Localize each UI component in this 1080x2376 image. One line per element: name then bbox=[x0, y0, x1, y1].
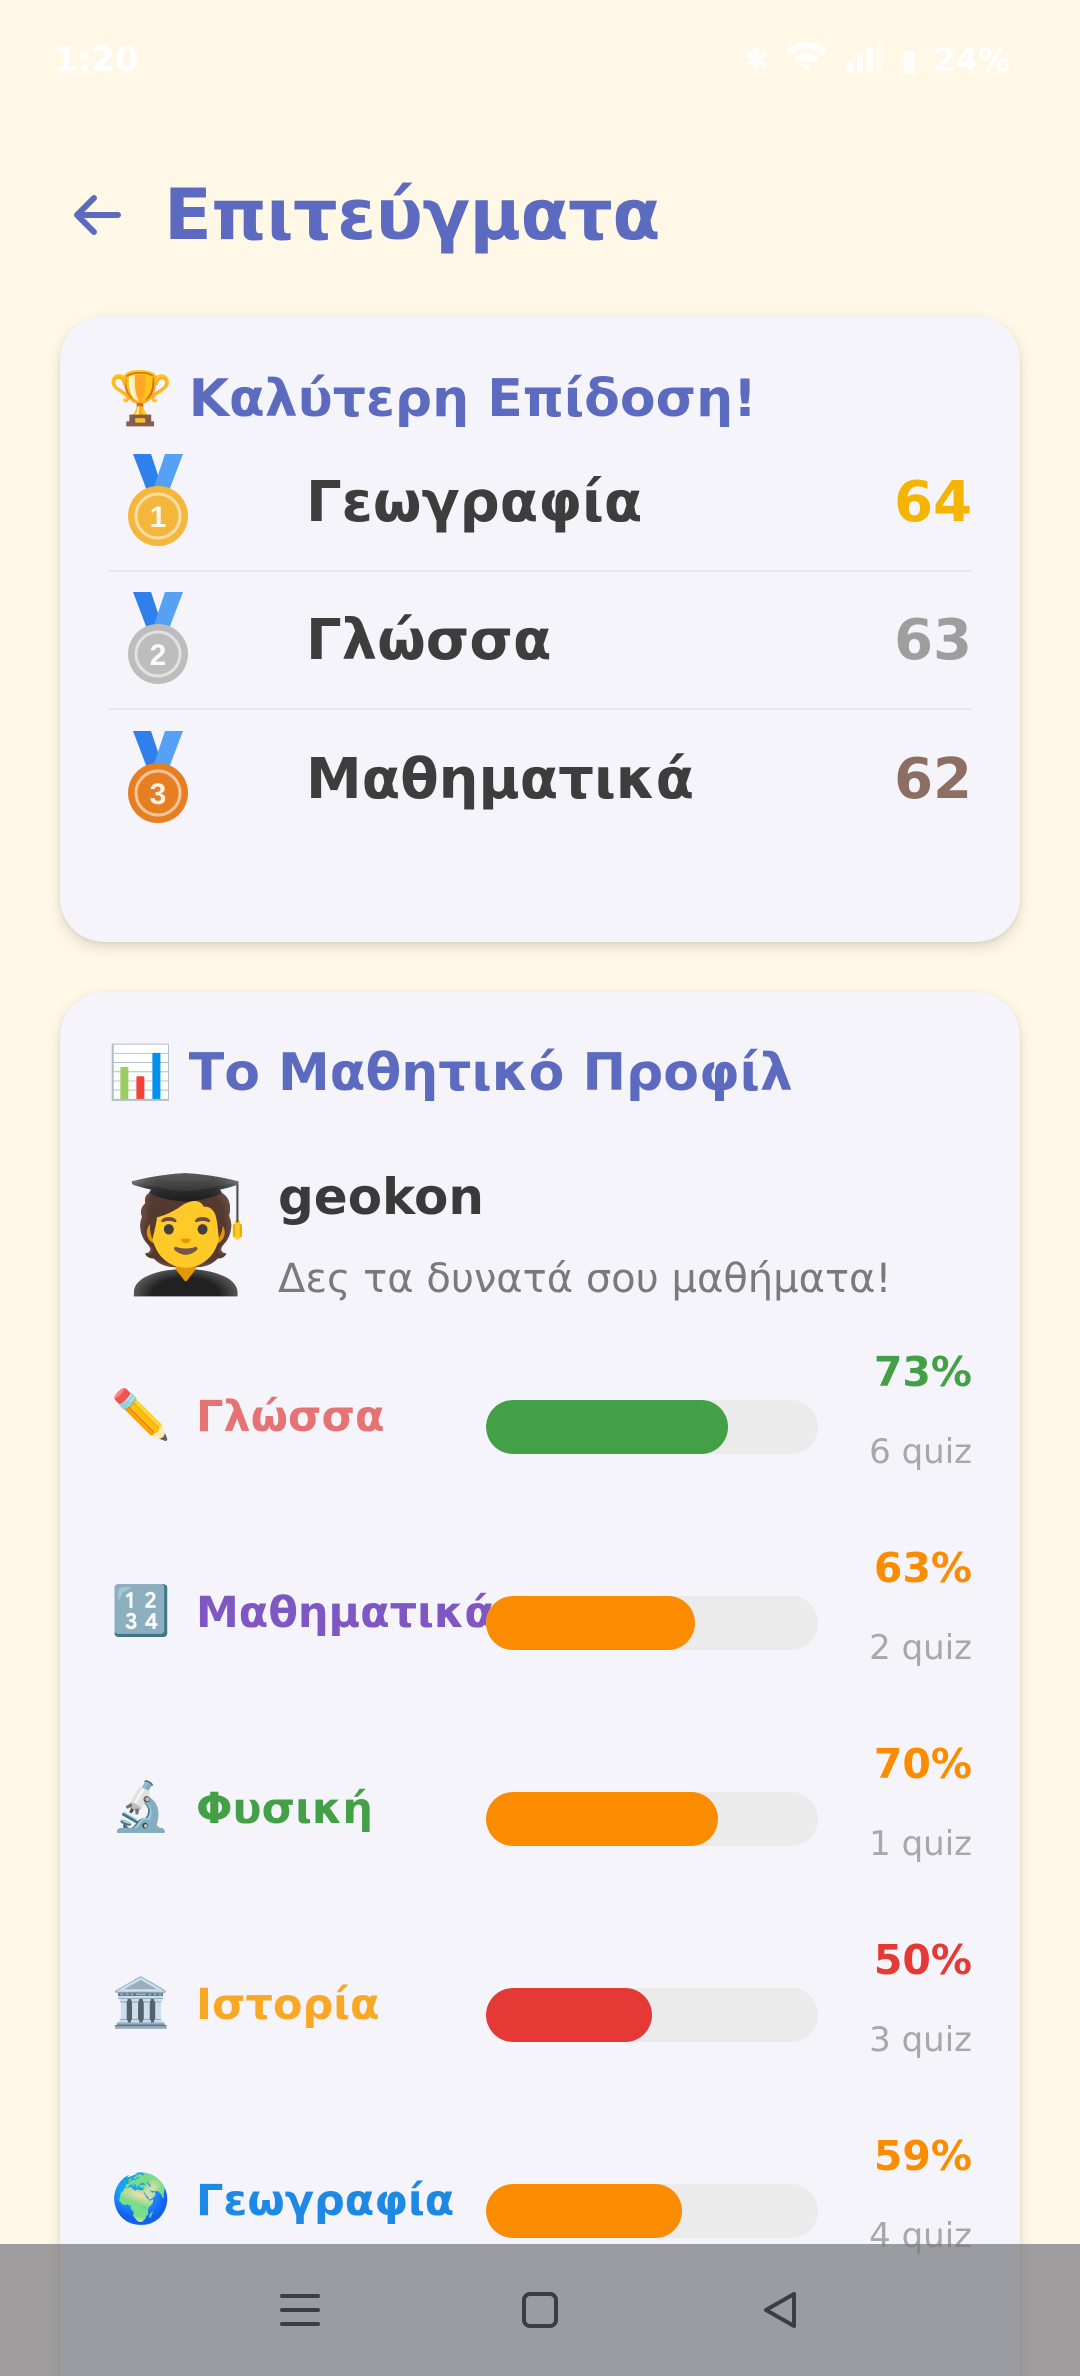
rank-subject: Γλώσσα bbox=[306, 607, 552, 673]
subject-percent: 59% bbox=[873, 2132, 972, 2180]
progress-bar-fill bbox=[486, 1596, 696, 1650]
rank-score: 63 bbox=[894, 607, 972, 673]
medal-icon: 3 bbox=[108, 729, 208, 829]
best-scores-title: 🏆 Καλύτερη Επίδοση! bbox=[108, 368, 757, 430]
page-title: Επιτεύγματα bbox=[164, 174, 660, 256]
progress-bar-fill bbox=[486, 1988, 652, 2042]
subject-percent: 50% bbox=[873, 1936, 972, 1984]
wifi-icon bbox=[785, 39, 829, 81]
subject-name: Ιστορία bbox=[196, 1980, 380, 2030]
rank-score: 64 bbox=[894, 469, 972, 535]
progress-bar-fill bbox=[486, 1792, 719, 1846]
app-header: Επιτεύγματα bbox=[0, 160, 1080, 270]
subject-icon: ✏️ bbox=[111, 1387, 171, 1443]
menu-icon[interactable] bbox=[255, 2265, 345, 2355]
rank-subject: Γεωγραφία bbox=[306, 469, 643, 535]
subject-percent: 70% bbox=[873, 1740, 972, 1788]
rank-row: 3 Μαθηματικά 62 bbox=[108, 710, 972, 848]
student-avatar-icon: 🧑‍🎓 bbox=[116, 1170, 256, 1300]
subject-row: ✏️ Γλώσσα 73% 6 quiz bbox=[108, 1348, 972, 1498]
rank-row: 1 Γεωγραφία 64 bbox=[108, 434, 972, 572]
subject-icon: 🔢 bbox=[111, 1583, 171, 1639]
quiz-count: 3 quiz bbox=[869, 2020, 972, 2060]
home-icon[interactable] bbox=[495, 2265, 585, 2355]
profile-title: 📊 Το Μαθητικό Προφίλ bbox=[108, 1042, 793, 1104]
progress-bar bbox=[486, 1988, 818, 2042]
profile-title-text: Το Μαθητικό Προφίλ bbox=[188, 1042, 793, 1103]
subject-row: 🏛️ Ιστορία 50% 3 quiz bbox=[108, 1936, 972, 2086]
bar-chart-icon: 📊 bbox=[108, 1043, 173, 1103]
quiz-count: 1 quiz bbox=[869, 1824, 972, 1864]
progress-bar bbox=[486, 1596, 818, 1650]
student-profile-card: 📊 Το Μαθητικό Προφίλ 🧑‍🎓 geokon Δες τα δ… bbox=[60, 992, 1020, 2376]
subject-name: Φυσική bbox=[196, 1784, 373, 1834]
progress-bar bbox=[486, 1792, 818, 1846]
battery-percent: 24% bbox=[933, 41, 1010, 79]
rank-row: 2 Γλώσσα 63 bbox=[108, 572, 972, 710]
quiz-count: 2 quiz bbox=[869, 1628, 972, 1668]
subject-name: Μαθηματικά bbox=[196, 1588, 494, 1638]
status-bar: 1:20 ✱ ▮ 24% bbox=[0, 0, 1080, 120]
profile-tagline: Δες τα δυνατά σου μαθήματα! bbox=[278, 1256, 892, 1302]
subject-percent: 73% bbox=[873, 1348, 972, 1396]
progress-bar-fill bbox=[486, 2184, 682, 2238]
signal-icon bbox=[845, 40, 885, 80]
best-scores-card: 🏆 Καλύτερη Επίδοση! 1 Γεωγραφία 64 2 Γλώσσα 6… bbox=[60, 316, 1020, 942]
subject-name: Γεωγραφία bbox=[196, 2176, 455, 2226]
back-icon[interactable] bbox=[735, 2265, 825, 2355]
rank-score: 62 bbox=[894, 746, 972, 812]
best-scores-title-text: Καλύτερη Επίδοση! bbox=[188, 368, 757, 429]
status-icons: ✱ ▮ 24% bbox=[744, 39, 1010, 81]
username: geokon bbox=[278, 1168, 484, 1226]
status-time: 1:20 bbox=[54, 40, 139, 80]
subject-icon: 🌍 bbox=[111, 2171, 171, 2227]
trophy-icon: 🏆 bbox=[108, 369, 173, 429]
subject-name: Γλώσσα bbox=[196, 1392, 385, 1442]
subject-percent: 63% bbox=[873, 1544, 972, 1592]
svg-text:2: 2 bbox=[150, 639, 167, 672]
bluetooth-icon: ✱ bbox=[743, 42, 769, 78]
svg-text:3: 3 bbox=[150, 778, 167, 811]
arrow-left-icon[interactable] bbox=[66, 185, 126, 245]
progress-bar bbox=[486, 1400, 818, 1454]
progress-bar-fill bbox=[486, 1400, 729, 1454]
medal-icon: 2 bbox=[108, 590, 208, 690]
svg-text:1: 1 bbox=[150, 501, 167, 534]
battery-icon: ▮ bbox=[900, 42, 918, 78]
subject-row: 🔢 Μαθηματικά 63% 2 quiz bbox=[108, 1544, 972, 1694]
medal-icon: 1 bbox=[108, 452, 208, 552]
system-nav-bar bbox=[0, 2244, 1080, 2376]
progress-bar bbox=[486, 2184, 818, 2238]
subject-icon: 🏛️ bbox=[111, 1975, 171, 2031]
subject-row: 🔬 Φυσική 70% 1 quiz bbox=[108, 1740, 972, 1890]
rank-subject: Μαθηματικά bbox=[306, 746, 695, 812]
quiz-count: 6 quiz bbox=[869, 1432, 972, 1472]
subject-icon: 🔬 bbox=[111, 1779, 171, 1835]
